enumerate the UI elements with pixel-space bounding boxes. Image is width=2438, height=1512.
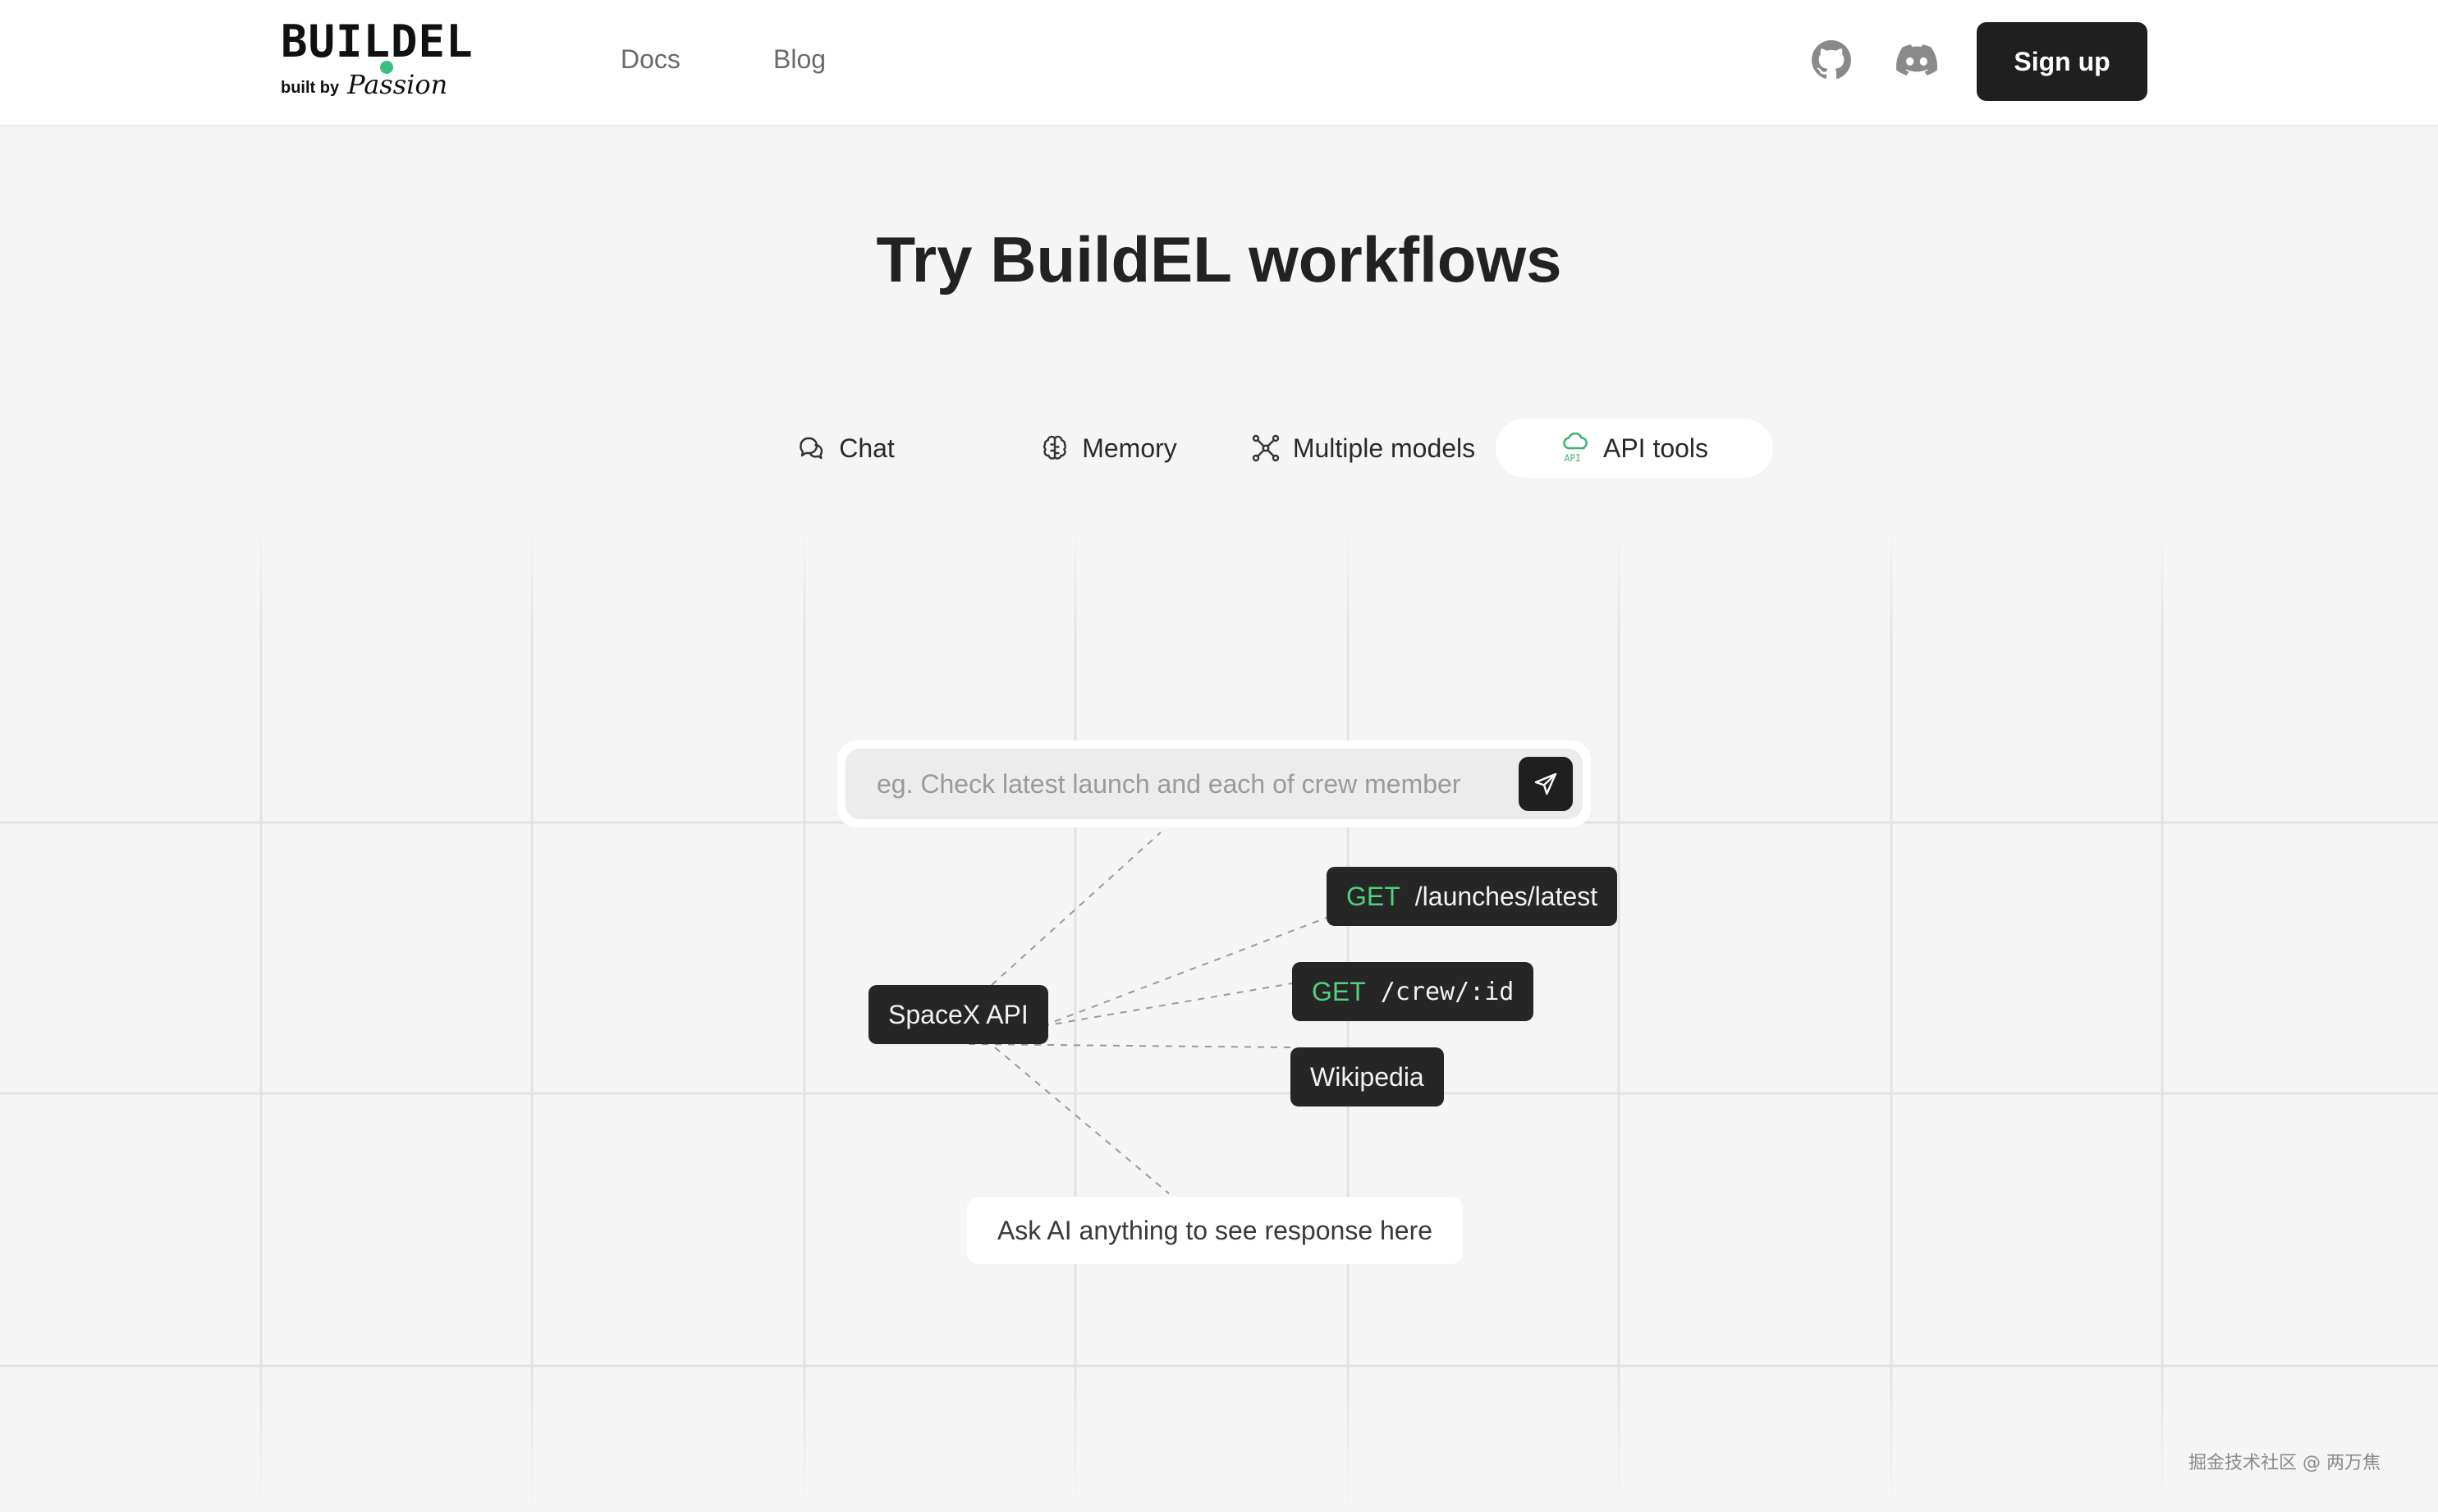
tab-api-tools-label: API tools [1602, 433, 1709, 463]
nav-blog-link[interactable]: Blog [773, 44, 826, 74]
api-cloud-icon: API [1560, 433, 1592, 464]
watermark: 掘金技术社区 @ 两万焦 [2188, 1453, 2381, 1473]
node-spacex-api: SpaceX API [868, 985, 1048, 1044]
brand-logo[interactable]: BUILDEL built by Passion [281, 16, 474, 100]
network-icon [1250, 433, 1281, 464]
brand-passion: Passion [347, 61, 459, 100]
node-wikipedia: Wikipedia [1290, 1047, 1444, 1107]
brand-built-by: built by [281, 79, 340, 97]
node-wikipedia-label: Wikipedia [1310, 1061, 1424, 1092]
brand-subtitle: built by Passion [281, 61, 474, 100]
send-button[interactable] [1519, 757, 1573, 811]
sign-up-button[interactable]: Sign up [1977, 22, 2147, 101]
prompt-inner [846, 749, 1583, 819]
brain-icon [1039, 433, 1070, 464]
tab-multiple-models[interactable]: Multiple models [1231, 419, 1494, 478]
passion-dot-icon [380, 61, 394, 74]
response-output: Ask AI anything to see response here [967, 1197, 1463, 1264]
response-placeholder: Ask AI anything to see response here [997, 1215, 1433, 1245]
tab-chat[interactable]: Chat [722, 419, 969, 478]
prompt-box [837, 740, 1591, 827]
tab-memory-label: Memory [1082, 433, 1177, 463]
page-title: Try BuildEL workflows [876, 223, 1562, 296]
node-get-launches: GET /launches/latest [1327, 867, 1618, 926]
http-method: GET [1346, 881, 1400, 911]
endpoint-path: /launches/latest [1414, 881, 1598, 911]
brand-passion-text: Passion [347, 69, 448, 100]
svg-text:API: API [1565, 453, 1581, 464]
brand-name: BUILDEL [281, 16, 474, 67]
github-icon[interactable] [1811, 39, 1852, 80]
discord-icon[interactable] [1896, 39, 1937, 80]
send-icon [1534, 772, 1557, 795]
nav-docs-link[interactable]: Docs [621, 44, 681, 74]
prompt-input[interactable] [875, 767, 1519, 800]
http-method: GET [1312, 976, 1366, 1006]
tab-multiple-models-label: Multiple models [1292, 433, 1476, 463]
node-get-crew: GET /crew/:id [1292, 962, 1534, 1021]
endpoint-path: /crew/:id [1380, 977, 1515, 1006]
node-spacex-label: SpaceX API [888, 999, 1029, 1029]
chat-bubbles-icon [796, 433, 827, 464]
site-header: BUILDEL built by Passion Docs Blog Sign … [0, 0, 2438, 126]
tab-memory[interactable]: Memory [985, 419, 1231, 478]
tab-chat-label: Chat [839, 433, 895, 463]
tab-api-tools[interactable]: API API tools [1496, 419, 1773, 478]
workflow-grid [0, 525, 2438, 1512]
